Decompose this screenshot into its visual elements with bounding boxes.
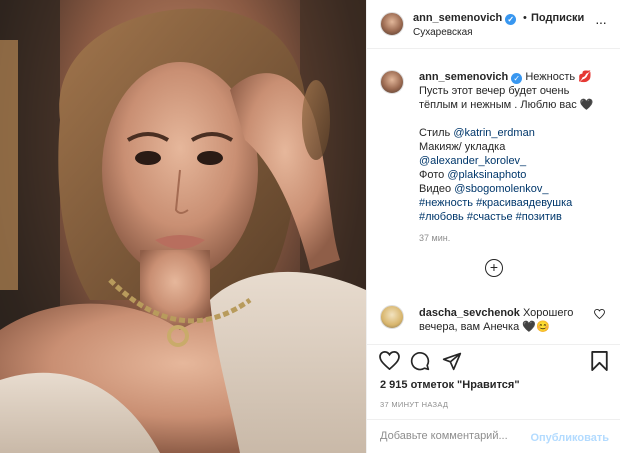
header-username[interactable]: ann_semenovich ✓ (413, 12, 517, 25)
mention-link[interactable]: @sbogomolenkov_ (454, 183, 548, 195)
publish-button[interactable]: Опубликовать (530, 432, 609, 444)
video-label: Видео (419, 183, 452, 195)
comments-section: ann_semenovich ✓ Нежность 💋 Пусть этот ве… (367, 49, 620, 345)
comment-username[interactable]: dascha_sevchenok (419, 307, 520, 319)
caption: ann_semenovich ✓ Нежность 💋 Пусть этот ве… (419, 70, 609, 224)
following-button[interactable]: Подписки (531, 12, 584, 24)
likes-count[interactable]: 2 915 отметок "Нравится" (380, 379, 520, 391)
location-link[interactable]: Сухаревская (413, 27, 473, 38)
heart-icon[interactable] (594, 309, 605, 319)
more-horizontal-icon[interactable]: ··· (595, 14, 607, 30)
caption-line: Пусть этот вечер будет очень тёплым и не… (419, 85, 594, 111)
caption-time: 37 мин. (419, 233, 451, 243)
mention-link[interactable]: @katrin_erdman (453, 127, 534, 139)
style-label: Стиль (419, 127, 451, 139)
commenter-avatar[interactable] (380, 305, 404, 329)
verified-badge-icon: ✓ (511, 73, 523, 84)
separator-dot: • (523, 12, 527, 24)
heart-icon[interactable] (379, 351, 400, 370)
post-timestamp: 37 МИНУТ НАЗАД (380, 400, 449, 409)
caption-avatar[interactable] (380, 70, 404, 94)
hashtag-links[interactable]: #любовь #счастье #позитив (419, 210, 609, 224)
caption-username[interactable]: ann_semenovich (419, 71, 508, 83)
makeup-label: Макияж/ укладка (419, 141, 506, 153)
verified-badge-icon: ✓ (505, 14, 517, 25)
post-side-panel: ann_semenovich ✓ • Подписки Сухаревская ·… (366, 0, 620, 453)
bookmark-icon[interactable] (591, 351, 608, 371)
post-photo[interactable] (0, 0, 366, 453)
caption-title: Нежность 💋 (525, 71, 592, 83)
comment-input[interactable] (380, 430, 530, 442)
photo-label: Фото (419, 169, 445, 181)
post-header: ann_semenovich ✓ • Подписки Сухаревская ·… (367, 0, 620, 49)
portrait-illustration (0, 0, 366, 453)
plus-circle-icon[interactable]: + (485, 259, 503, 277)
mention-link[interactable]: @plaksinaphoto (447, 169, 526, 181)
add-comment-bar: Опубликовать (367, 419, 620, 453)
hashtag-links[interactable]: #нежность #красиваядевушка (419, 196, 609, 210)
avatar[interactable] (380, 12, 404, 36)
paper-plane-icon[interactable] (442, 351, 462, 371)
comment-icon[interactable] (410, 351, 430, 371)
mention-link[interactable]: @alexander_korolev_ (419, 154, 609, 168)
username-text[interactable]: ann_semenovich (413, 12, 502, 24)
action-bar (367, 349, 620, 377)
comment-item: dascha_sevchenok Хорошего вечера, вам Ан… (419, 306, 579, 334)
